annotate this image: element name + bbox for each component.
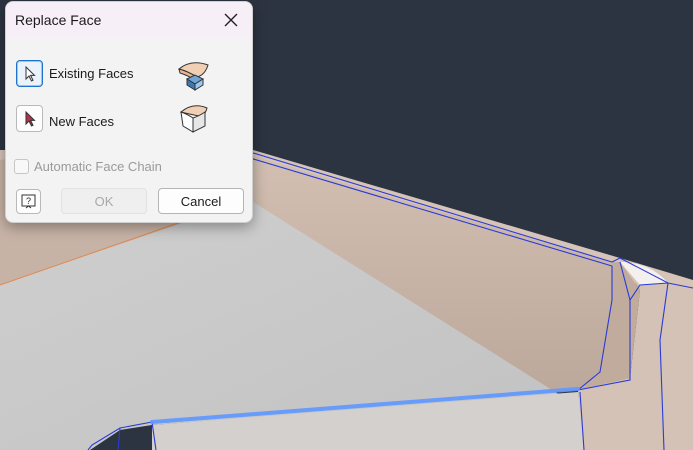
close-button[interactable] [214, 6, 248, 34]
new-faces-label: New Faces [49, 114, 115, 129]
existing-faces-select-button[interactable] [16, 60, 43, 87]
help-icon: ? [21, 194, 36, 209]
new-faces-icon [179, 105, 208, 133]
dialog-title: Replace Face [15, 12, 102, 28]
automatic-face-chain-label: Automatic Face Chain [34, 158, 162, 174]
help-glyph: ? [26, 196, 31, 206]
automatic-face-chain-checkbox[interactable] [14, 158, 29, 174]
ok-button[interactable]: OK [61, 188, 147, 214]
existing-faces-icon [177, 62, 209, 91]
replace-face-dialog: Replace Face Existing Faces New Faces Au… [5, 1, 253, 223]
help-button[interactable]: ? [16, 189, 41, 214]
automatic-face-chain-row: Automatic Face Chain [14, 157, 162, 175]
select-arrow-red-icon [25, 110, 36, 127]
select-arrow-icon [25, 65, 36, 82]
new-faces-select-button[interactable] [16, 105, 43, 132]
cancel-button[interactable]: Cancel [158, 188, 244, 214]
close-icon [224, 13, 238, 27]
existing-faces-label: Existing Faces [49, 66, 134, 81]
dialog-titlebar[interactable]: Replace Face [6, 2, 252, 38]
